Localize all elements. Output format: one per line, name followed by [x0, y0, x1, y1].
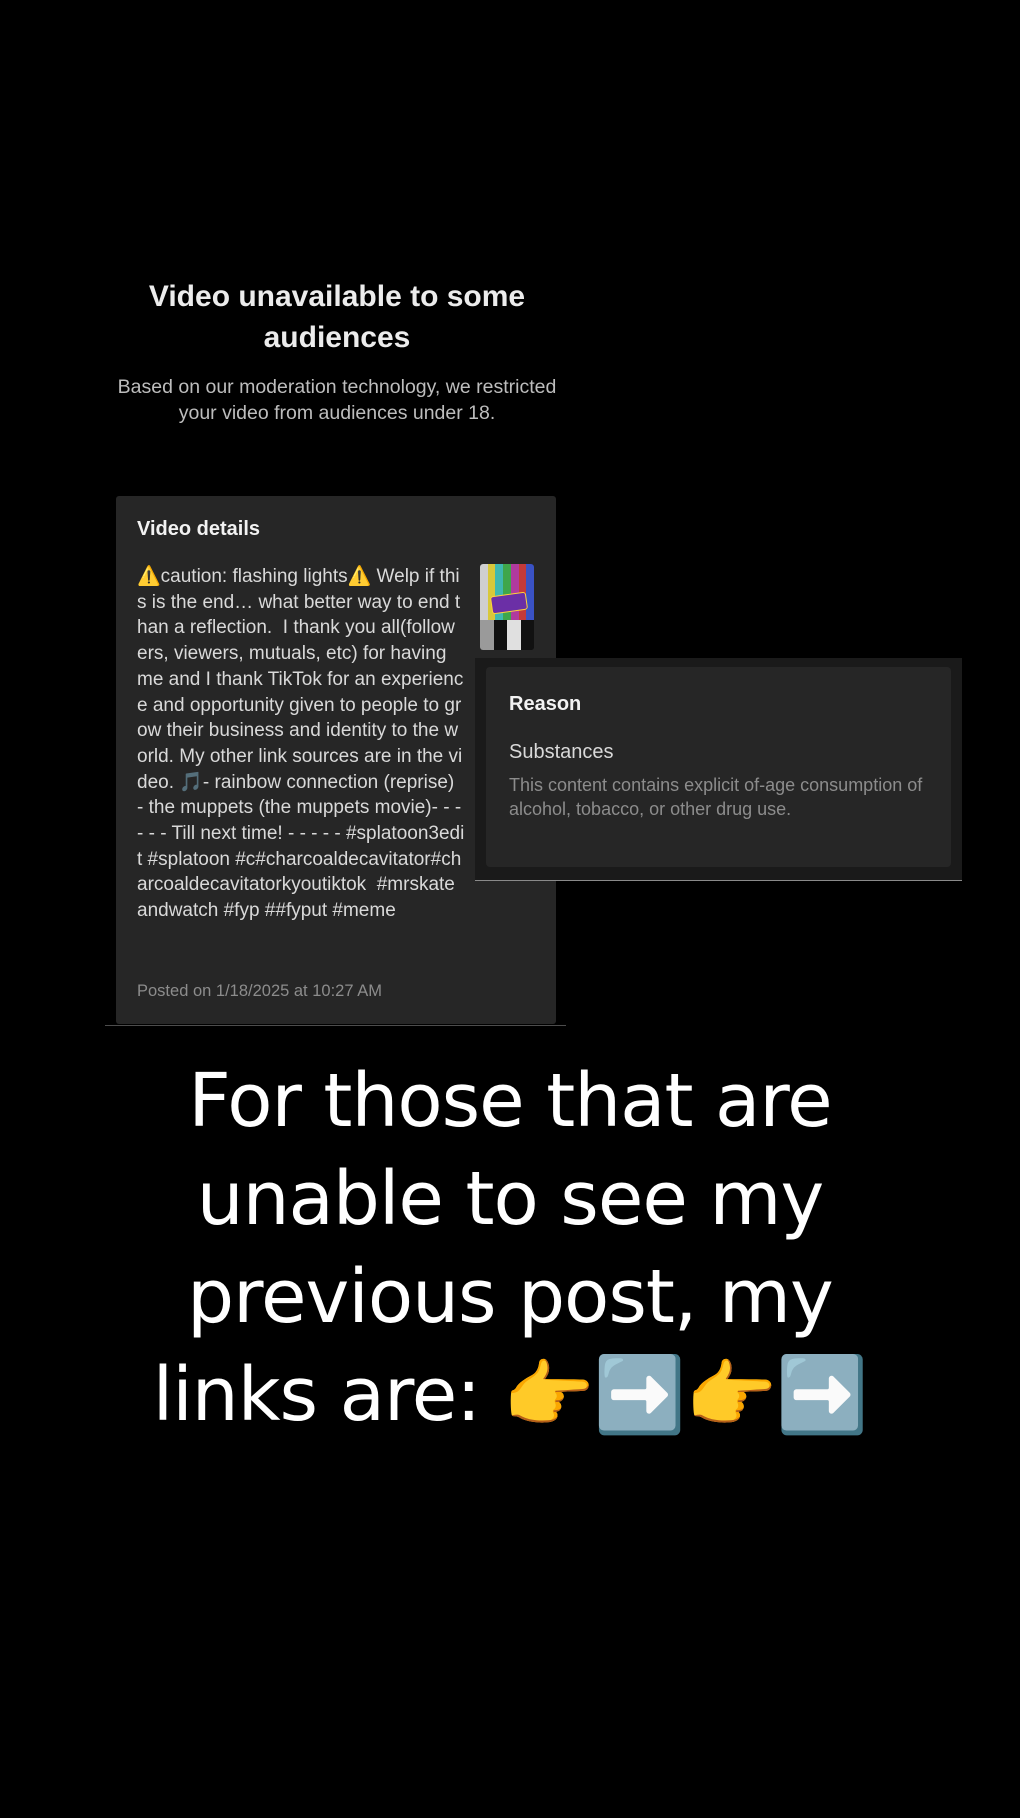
reason-text: This content contains explicit of-age co… [509, 775, 923, 819]
overlay-caption: For those that are unable to see my prev… [152, 1058, 869, 1438]
restriction-description: Based on our moderation technology, we r… [117, 376, 557, 424]
reason-heading: Reason [509, 693, 582, 715]
divider [105, 1025, 566, 1026]
video-thumbnail[interactable] [480, 564, 534, 650]
divider [475, 880, 962, 881]
reason-category: Substances [509, 741, 614, 763]
video-description: ⚠️caution: flashing lights⚠️ Welp if thi… [137, 566, 467, 922]
restriction-title: Video unavailable to some audiences [148, 280, 526, 354]
reason-card: Reason Substances This content contains … [486, 667, 951, 867]
video-details-heading: Video details [137, 518, 261, 540]
posted-date: Posted on 1/18/2025 at 10:27 AM [137, 982, 382, 1000]
